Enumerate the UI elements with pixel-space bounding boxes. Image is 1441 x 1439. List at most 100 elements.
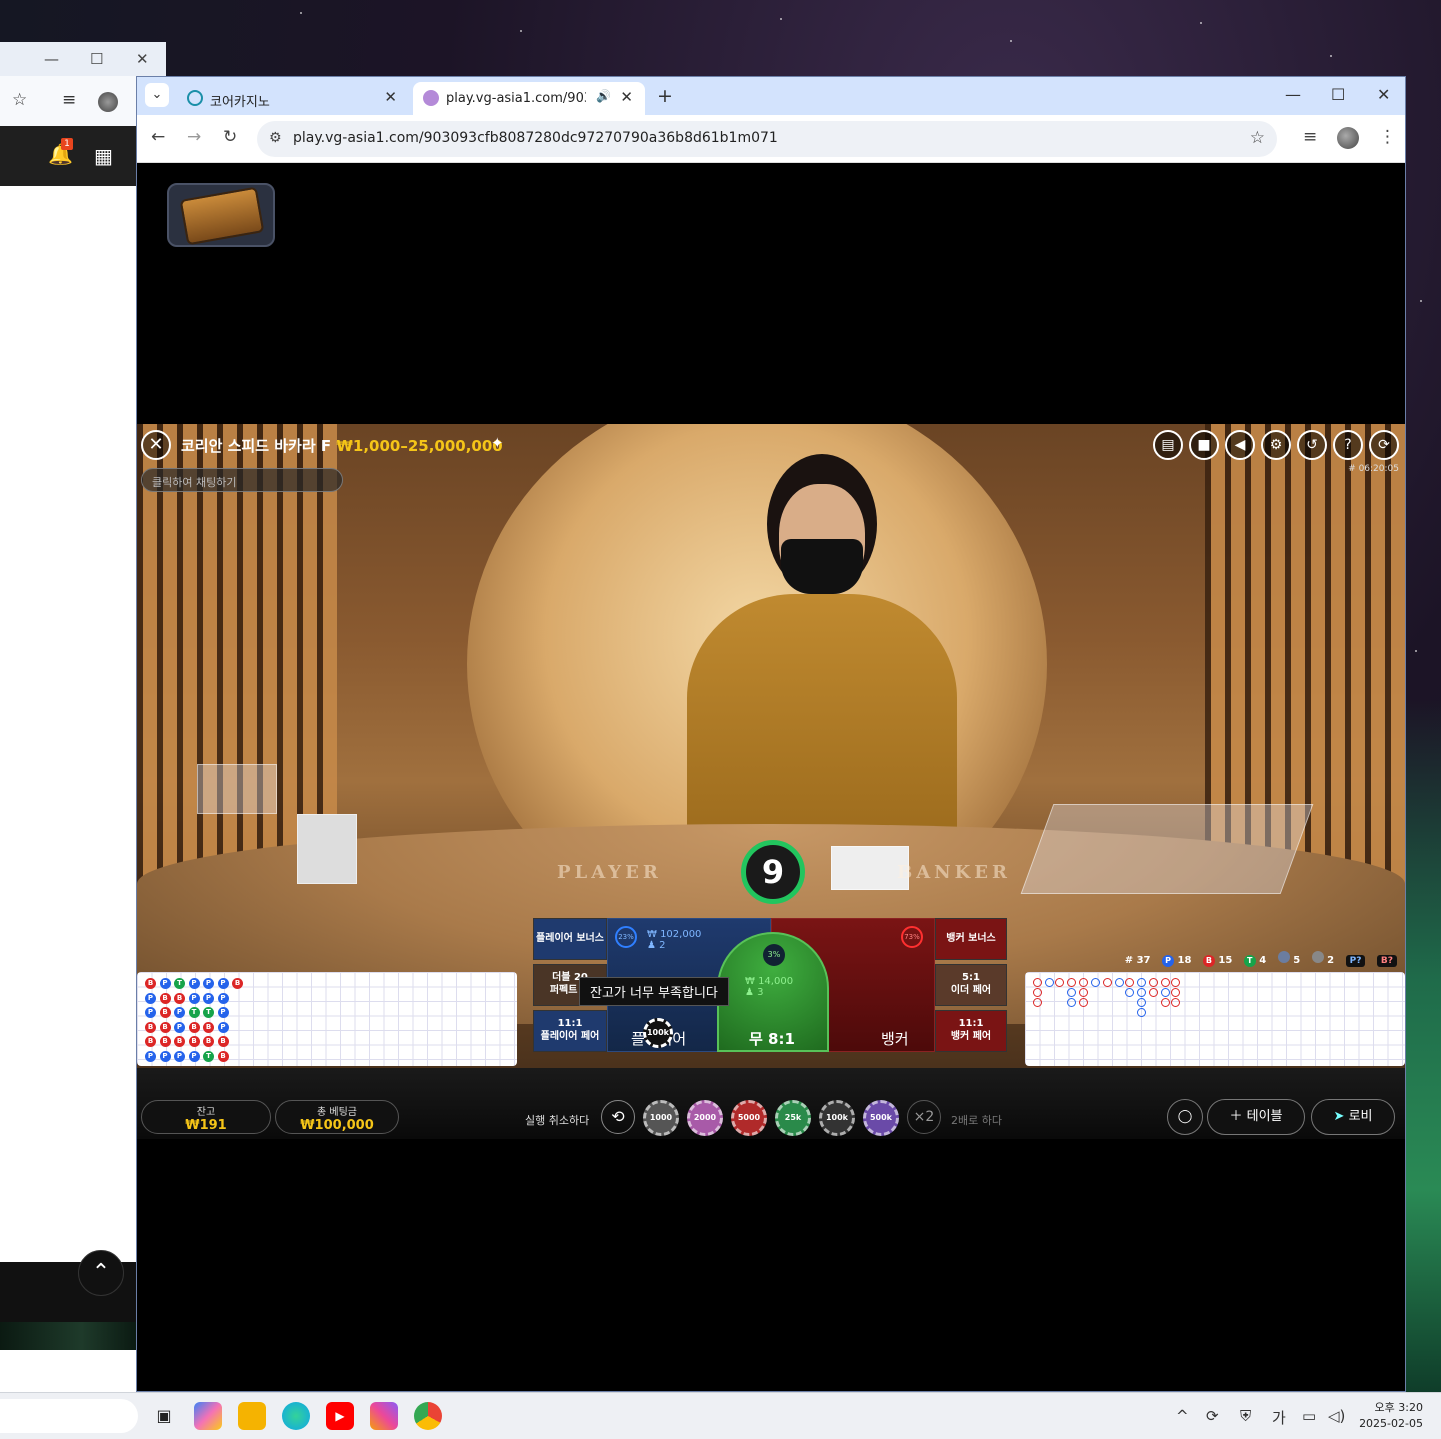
apps-grid-icon[interactable]: ▦: [94, 144, 113, 168]
placed-chip[interactable]: 100k: [643, 1018, 673, 1048]
chip-2000[interactable]: 2000: [687, 1100, 723, 1136]
chip-25k[interactable]: 25k: [775, 1100, 811, 1136]
chip-5000[interactable]: 5000: [731, 1100, 767, 1136]
chat-icon[interactable]: ▤: [1153, 430, 1183, 460]
tray-expand-icon[interactable]: ^: [1176, 1407, 1189, 1425]
close-icon[interactable]: ✕: [136, 50, 149, 68]
bookmark-star-icon[interactable]: ☆: [12, 90, 27, 110]
minimize-icon[interactable]: —: [44, 50, 59, 68]
youtube-icon[interactable]: ▶: [326, 1402, 354, 1430]
back-arrow-icon[interactable]: ←: [151, 127, 165, 147]
banker-pair-bet[interactable]: 11:1 뱅커 페어: [935, 1010, 1007, 1052]
bead-road-dot: P: [174, 1007, 185, 1018]
lobby-button[interactable]: ➤ 로비: [1311, 1099, 1395, 1135]
sync-icon[interactable]: ⟳: [1206, 1407, 1219, 1425]
tab-vg-asia[interactable]: play.vg-asia1.com/903093c 🔊 ✕: [413, 82, 645, 115]
banker-pair-ratio: 11:1: [958, 1018, 984, 1029]
taskbar-search-box[interactable]: [0, 1399, 138, 1433]
profile-avatar[interactable]: [98, 92, 118, 112]
player-pair-ratio: 11:1: [557, 1018, 583, 1029]
main-browser-window[interactable]: ⌄ 코어카지노 ✕ play.vg-asia1.com/903093c 🔊 ✕ …: [136, 76, 1406, 1392]
volume-icon[interactable]: ◁): [1328, 1407, 1345, 1425]
chrome-icon[interactable]: [414, 1402, 442, 1430]
favorite-pin-icon[interactable]: ✦: [491, 434, 504, 452]
player-percent: 23%: [615, 926, 637, 948]
chest-icon: [179, 186, 265, 246]
close-game-button[interactable]: ✕: [141, 430, 171, 460]
bead-road-dot: B: [145, 978, 156, 989]
settings-gear-icon[interactable]: ⚙: [1261, 430, 1291, 460]
chip-500k[interactable]: 500k: [863, 1100, 899, 1136]
player-bonus-bet[interactable]: 플레이어 보너스: [533, 918, 607, 960]
banker-bonus-bet[interactable]: 뱅커 보너스: [935, 918, 1007, 960]
new-tab-button[interactable]: +: [657, 85, 673, 107]
tab-search-button[interactable]: ⌄: [145, 83, 169, 107]
url-text[interactable]: play.vg-asia1.com/903093cfb8087280dc9727…: [293, 130, 778, 146]
file-explorer-icon[interactable]: [238, 1402, 266, 1430]
double-button[interactable]: ×2: [907, 1100, 941, 1134]
sound-icon[interactable]: ◀: [1225, 430, 1255, 460]
banker-predict-button[interactable]: B?: [1376, 955, 1397, 967]
card-shoe: [1020, 804, 1314, 894]
player-pill: P: [1162, 955, 1174, 967]
security-icon[interactable]: ⛨: [1240, 1407, 1251, 1425]
maximize-icon[interactable]: ☐: [90, 50, 103, 68]
profile-avatar[interactable]: [1337, 127, 1359, 149]
big-road-ring: [1171, 998, 1180, 1007]
site-info-icon[interactable]: ⚙: [269, 130, 282, 146]
network-icon[interactable]: ▭: [1302, 1407, 1316, 1425]
bead-road-dot: B: [174, 1036, 185, 1047]
help-icon[interactable]: ?: [1333, 430, 1363, 460]
big-road-ring: [1115, 978, 1124, 987]
media-control-icon[interactable]: ≡: [1303, 127, 1317, 147]
countdown-timer: 9: [741, 840, 805, 904]
big-road-ring: [1079, 978, 1088, 987]
close-window-icon[interactable]: ✕: [1377, 85, 1390, 104]
player-total: ₩ 102,000 ♟ 2: [647, 929, 702, 951]
chip-100k[interactable]: 100k: [819, 1100, 855, 1136]
player-count: 18: [1177, 955, 1192, 966]
history-icon[interactable]: ↺: [1297, 430, 1327, 460]
ime-indicator[interactable]: 가: [1272, 1407, 1286, 1428]
tab-corecasino[interactable]: 코어카지노 ✕: [177, 82, 409, 115]
tie-label: 무 8:1: [749, 1030, 795, 1048]
add-table-button[interactable]: ＋ 테이블: [1207, 1099, 1305, 1135]
bookmark-star-icon[interactable]: ☆: [1250, 128, 1265, 148]
tie-amount: ₩ 14,000: [745, 976, 794, 987]
player-pair-count: 5: [1293, 955, 1301, 966]
minimize-icon[interactable]: —: [1285, 85, 1301, 104]
player-predict-button[interactable]: P?: [1345, 955, 1366, 967]
bet-limits: ₩1,000–25,000,000: [336, 437, 503, 455]
big-road-ring: [1045, 978, 1054, 987]
instagram-icon[interactable]: [370, 1402, 398, 1430]
address-bar[interactable]: ⚙ play.vg-asia1.com/903093cfb8087280dc97…: [257, 121, 1277, 157]
copilot-icon[interactable]: [194, 1402, 222, 1430]
fullscreen-refresh-icon[interactable]: ⟳: [1369, 430, 1399, 460]
bead-road-dot: P: [188, 1050, 200, 1062]
undo-button[interactable]: ⟲: [601, 1100, 635, 1134]
media-control-icon[interactable]: ≡: [62, 90, 76, 110]
player-pair-bet[interactable]: 11:1 플레이어 페어: [533, 1010, 607, 1052]
chat-input[interactable]: 클릭하여 채팅하기: [141, 468, 343, 492]
scroll-top-button[interactable]: ⌃: [78, 1250, 124, 1296]
either-pair-bet[interactable]: 5:1 이더 페어: [935, 964, 1007, 1006]
maximize-icon[interactable]: ☐: [1331, 85, 1345, 104]
treasure-chest-button[interactable]: [167, 183, 275, 247]
audio-playing-icon[interactable]: 🔊: [596, 89, 611, 103]
tab-close-icon[interactable]: ✕: [620, 88, 633, 106]
player-bonus-label: 플레이어 보너스: [536, 933, 604, 944]
bead-road-dot: P: [159, 1050, 171, 1062]
forward-arrow-icon[interactable]: →: [187, 127, 201, 147]
chat-bubble-button[interactable]: ◯: [1167, 1099, 1203, 1135]
system-clock[interactable]: 오후 3:20 2025-02-05: [1359, 1400, 1423, 1432]
live-baccarat-game[interactable]: PLAYER BANKER 9 ✕ 코리안 스피드 바카라 F ₩1,000–2…: [137, 424, 1405, 1139]
tab-close-icon[interactable]: ✕: [384, 88, 397, 106]
menu-kebab-icon[interactable]: ⋮: [1379, 127, 1396, 147]
chip-1000[interactable]: 1000: [643, 1100, 679, 1136]
bead-road-dot: P: [188, 992, 200, 1004]
task-view-icon[interactable]: ▣: [150, 1402, 178, 1430]
video-camera-icon[interactable]: ■: [1189, 430, 1219, 460]
reload-icon[interactable]: ↻: [223, 127, 237, 147]
edge-browser-icon[interactable]: [282, 1402, 310, 1430]
game-bottom-bar: 잔고 ₩191 총 베팅금 ₩100,000 실행 취소하다 ⟲ 1000 20…: [137, 1068, 1405, 1139]
